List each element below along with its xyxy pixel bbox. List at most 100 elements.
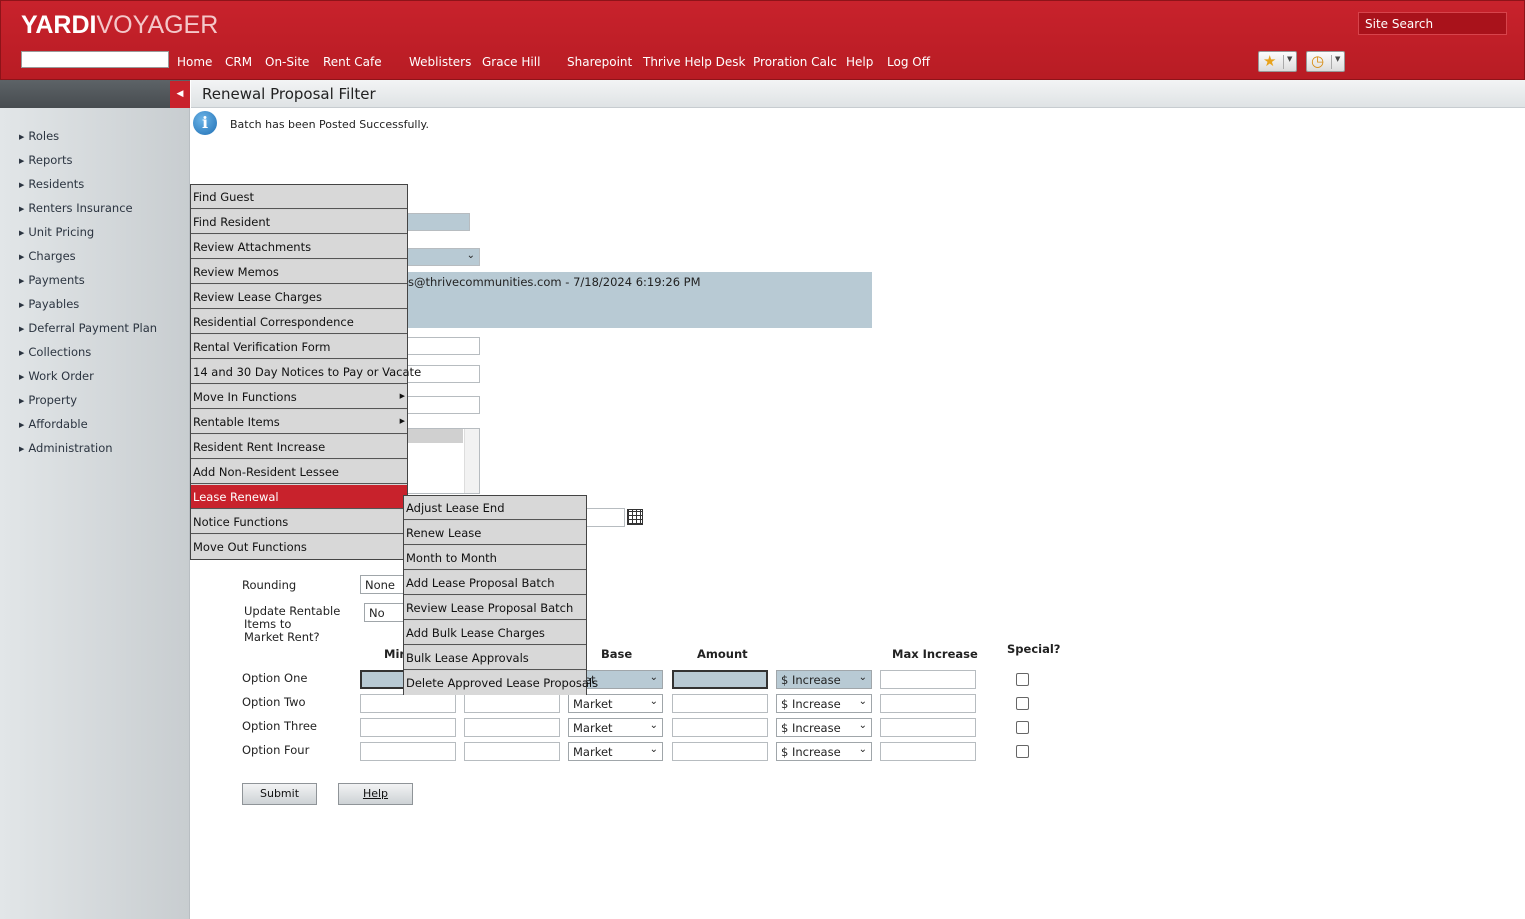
special-checkbox[interactable] [1016, 697, 1029, 710]
special-checkbox[interactable] [1016, 673, 1029, 686]
nav-log-off[interactable]: Log Off [887, 55, 930, 69]
max-field[interactable] [464, 694, 560, 713]
sidebar-item-roles[interactable]: ▶ Roles [19, 129, 59, 143]
base-select[interactable]: Market ⌄ [568, 742, 663, 761]
amount-field[interactable] [672, 670, 768, 689]
increase-type-select[interactable]: $ Increase ⌄ [776, 718, 872, 737]
amount-field[interactable] [672, 742, 768, 761]
listbox-scrollbar[interactable] [464, 429, 479, 493]
nav-proration-calc[interactable]: Proration Calc [753, 55, 837, 69]
submenu-item-month-to-month[interactable]: Month to Month [404, 546, 586, 570]
menu-item-move-in-functions[interactable]: Move In Functions ▶ [191, 385, 407, 409]
sidebar-item-reports[interactable]: ▶ Reports [19, 153, 73, 167]
sidebar-item-collections[interactable]: ▶ Collections [19, 345, 91, 359]
column-amount: Amount [697, 647, 748, 661]
min-field[interactable] [360, 694, 456, 713]
submenu-item-review-lease-proposal-batch[interactable]: Review Lease Proposal Batch [404, 596, 586, 620]
base-select[interactable]: Market ⌄ [568, 694, 663, 713]
menu-item-residential-correspondence[interactable]: Residential Correspondence [191, 310, 407, 334]
nav-sharepoint[interactable]: Sharepoint [567, 55, 632, 69]
max-field[interactable] [464, 742, 560, 761]
sidebar-item-residents[interactable]: ▶ Residents [19, 177, 84, 191]
sidebar-item-administration[interactable]: ▶ Administration [19, 441, 113, 455]
sidebar-item-payables[interactable]: ▶ Payables [19, 297, 79, 311]
menu-item-review-attachments[interactable]: Review Attachments [191, 235, 407, 259]
nav-home[interactable]: Home [177, 55, 212, 69]
date-field[interactable] [585, 508, 625, 527]
submenu-item-adjust-lease-end[interactable]: Adjust Lease End [404, 496, 586, 520]
menu-item-add-non-resident-lessee[interactable]: Add Non-Resident Lessee [191, 460, 407, 484]
favorites-button[interactable]: ★ ▼ [1258, 51, 1297, 72]
star-icon: ★ [1263, 52, 1277, 70]
rounding-select[interactable]: None [360, 575, 404, 594]
menu-item-rentable-items[interactable]: Rentable Items ▶ [191, 410, 407, 434]
nav-thrive-help-desk[interactable]: Thrive Help Desk [643, 55, 746, 69]
caret-right-icon: ▶ [19, 229, 25, 237]
sidebar-item-work-order[interactable]: ▶ Work Order [19, 369, 94, 383]
menu-item-rental-verification-form[interactable]: Rental Verification Form [191, 335, 407, 359]
sidebar-item-charges[interactable]: ▶ Charges [19, 249, 76, 263]
max-increase-field[interactable] [880, 694, 976, 713]
menu-item-move-out-functions[interactable]: Move Out Functions [191, 535, 407, 559]
nav-crm[interactable]: CRM [225, 55, 252, 69]
sidebar-item-deferral-payment-plan[interactable]: ▶ Deferral Payment Plan [19, 321, 157, 335]
min-field[interactable] [360, 742, 456, 761]
submit-button[interactable]: Submit [242, 783, 317, 805]
sidebar-item-renters-insurance[interactable]: ▶ Renters Insurance [19, 201, 133, 215]
special-checkbox[interactable] [1016, 721, 1029, 734]
sidebar-item-affordable[interactable]: ▶ Affordable [19, 417, 88, 431]
nav-grace-hill[interactable]: Grace Hill [482, 55, 540, 69]
chevron-left-icon: ◀ [176, 89, 184, 99]
menu-item-find-resident[interactable]: Find Resident [191, 210, 407, 234]
menu-item-find-guest[interactable]: Find Guest [191, 185, 407, 209]
history-button[interactable]: ◷ ▼ [1306, 51, 1345, 72]
menu-item-review-memos[interactable]: Review Memos [191, 260, 407, 284]
sidebar-item-payments[interactable]: ▶ Payments [19, 273, 85, 287]
min-field[interactable] [360, 718, 456, 737]
sidebar-item-property[interactable]: ▶ Property [19, 393, 77, 407]
batch-select[interactable]: ⌄ [400, 248, 480, 266]
filter-listbox[interactable] [400, 428, 480, 494]
nav-weblisters[interactable]: Weblisters [409, 55, 471, 69]
submenu-item-add-bulk-lease-charges[interactable]: Add Bulk Lease Charges [404, 621, 586, 645]
chevron-down-icon: ⌄ [858, 696, 867, 707]
menu-item-lease-renewal[interactable]: Lease Renewal [191, 485, 407, 509]
menu-item-review-lease-charges[interactable]: Review Lease Charges [191, 285, 407, 309]
update-rentable-select[interactable]: No [364, 603, 404, 622]
help-button[interactable]: Help [338, 783, 413, 805]
max-increase-field[interactable] [880, 742, 976, 761]
increase-type-select[interactable]: $ Increase ⌄ [776, 694, 872, 713]
caret-right-icon: ▶ [19, 445, 25, 453]
amount-field[interactable] [672, 718, 768, 737]
sidebar-item-unit-pricing[interactable]: ▶ Unit Pricing [19, 225, 94, 239]
listbox-selected-item[interactable] [401, 429, 463, 443]
submenu-item-delete-approved-lease-proposals[interactable]: Delete Approved Lease Proposals [404, 671, 598, 695]
max-increase-field[interactable] [880, 670, 976, 689]
filter-field-3[interactable] [400, 396, 480, 414]
menu-item-resident-rent-increase[interactable]: Resident Rent Increase [191, 435, 407, 459]
update-rentable-label-1: Update Rentable [244, 604, 341, 618]
increase-type-select[interactable]: $ Increase ⌄ [776, 670, 872, 689]
increase-type-select[interactable]: $ Increase ⌄ [776, 742, 872, 761]
submenu-item-bulk-lease-approvals[interactable]: Bulk Lease Approvals [404, 646, 586, 670]
nav-rent-cafe[interactable]: Rent Cafe [323, 55, 382, 69]
resident-field[interactable] [400, 213, 470, 231]
max-field[interactable] [464, 718, 560, 737]
site-search-input[interactable]: Site Search [1358, 12, 1507, 35]
menu-item-notice-functions[interactable]: Notice Functions [191, 510, 407, 534]
property-search-input[interactable] [21, 51, 169, 68]
amount-field[interactable] [672, 694, 768, 713]
yardi-voyager-logo[interactable]: YARDIVOYAGER [21, 11, 218, 40]
base-select[interactable]: Market ⌄ [568, 718, 663, 737]
nav-help[interactable]: Help [846, 55, 873, 69]
collapse-sidebar-button[interactable]: ◀ [170, 81, 190, 108]
special-checkbox[interactable] [1016, 745, 1029, 758]
nav-on-site[interactable]: On-Site [265, 55, 309, 69]
submenu-item-add-lease-proposal-batch[interactable]: Add Lease Proposal Batch [404, 571, 586, 595]
column-base: Base [601, 647, 633, 661]
calendar-icon[interactable] [627, 509, 643, 525]
menu-item-notices-to-pay-or-vacate[interactable]: 14 and 30 Day Notices to Pay or Vacate [191, 360, 421, 384]
max-increase-field[interactable] [880, 718, 976, 737]
filter-field-1[interactable] [400, 337, 480, 355]
submenu-item-renew-lease[interactable]: Renew Lease [404, 521, 586, 545]
